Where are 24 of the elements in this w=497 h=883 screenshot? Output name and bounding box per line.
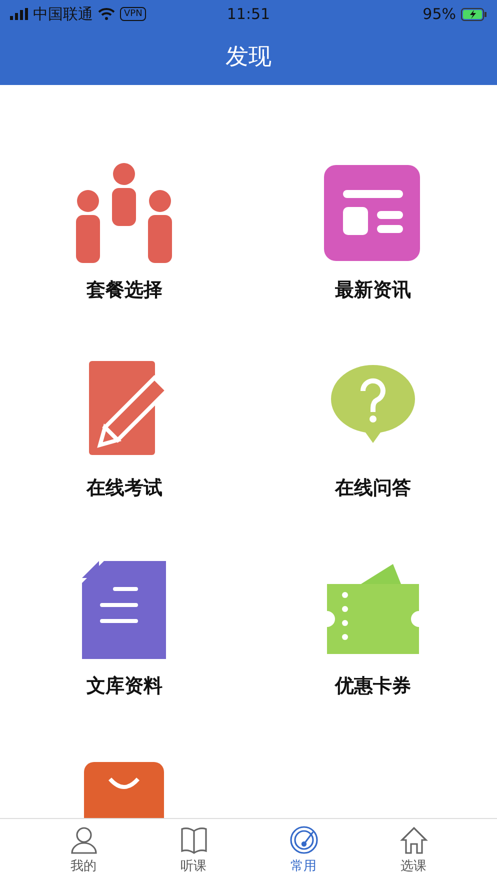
feature-label[interactable]: 在线考试	[86, 475, 162, 501]
tab-item[interactable]: 选课	[358, 819, 468, 883]
page-title: 发现	[226, 43, 272, 72]
people-icon	[74, 163, 174, 263]
home-icon	[398, 825, 428, 855]
tab-item[interactable]: 常用	[248, 819, 358, 883]
battery-icon	[461, 8, 487, 20]
person-icon	[68, 825, 98, 855]
tab-item[interactable]: 我的	[28, 819, 138, 883]
feature-label[interactable]: 在线问答	[334, 475, 411, 501]
feature-label[interactable]: 套餐选择	[86, 277, 162, 303]
tab-item[interactable]: 听课	[138, 819, 248, 883]
carrier-name: 中国联通	[33, 4, 93, 24]
feature-label[interactable]: 优惠卡券	[334, 673, 411, 699]
book-icon	[178, 825, 208, 855]
signal-icon	[10, 8, 28, 20]
wifi-icon	[98, 8, 115, 20]
news-icon	[322, 163, 423, 263]
feature-label[interactable]: 最新资讯	[334, 277, 411, 303]
radar-icon	[288, 825, 318, 855]
vpn-badge: VPN	[120, 7, 146, 21]
battery-percent: 95%	[422, 5, 456, 23]
feature-label[interactable]: 文库资料	[86, 673, 162, 699]
status-time: 11:51	[226, 5, 270, 23]
